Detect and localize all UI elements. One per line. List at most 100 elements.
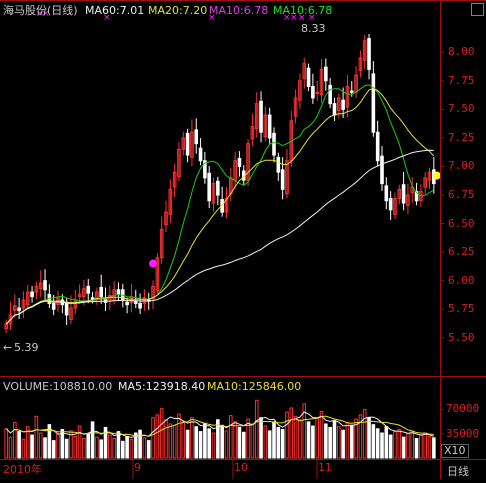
volume-bar [30, 434, 34, 459]
volume-bar [8, 436, 13, 459]
candle-body [64, 301, 69, 316]
volume-bar [73, 435, 78, 459]
volume-bar [272, 421, 276, 459]
candle-body [99, 286, 103, 298]
volume-bar [51, 440, 56, 459]
volume-tick-label: 35000 [446, 426, 480, 440]
volume-bar [155, 414, 160, 459]
volume-bar [220, 424, 224, 459]
price-tick-label: 7.25 [448, 130, 475, 144]
period-daily-button[interactable]: 日线 [447, 463, 469, 479]
volume-bar [393, 431, 397, 459]
top-border [0, 0, 486, 1]
chart-canvas: ×× × × × × × × [4, 9, 444, 479]
volume-bar [164, 419, 168, 459]
candle-body [138, 302, 142, 309]
volume-bar [233, 421, 237, 459]
volume-bar [151, 417, 155, 459]
price-volume-separator [0, 376, 486, 377]
volume-bar [159, 408, 164, 459]
volume-tick-label: 70000 [446, 402, 480, 416]
price-tick-label: 6.00 [448, 273, 475, 287]
volume-bar [38, 432, 43, 459]
candle-body [90, 297, 95, 300]
volume-bar [375, 428, 380, 459]
volume-bar [4, 428, 8, 459]
price-tick-label: 6.75 [448, 188, 475, 201]
price-tick-label: 7.75 [448, 73, 475, 87]
volume-ma5-label: MA5:123918.40 [118, 380, 206, 393]
price-tick-label: 7.00 [448, 159, 475, 173]
candle-body [194, 129, 199, 145]
volume-bar [337, 426, 341, 459]
volume-bar [168, 423, 173, 459]
candle-body [259, 100, 263, 133]
volume-bar [211, 432, 216, 459]
volume-bar [77, 425, 82, 459]
candle-body [380, 155, 384, 185]
volume-bar [121, 440, 125, 459]
volume-bar [371, 424, 376, 459]
candle-body [125, 301, 129, 306]
volume-bar [319, 410, 324, 459]
volume-bar [349, 424, 354, 459]
volume-bar [401, 436, 406, 459]
volume-bar [367, 417, 371, 459]
window-toggle-button[interactable] [471, 3, 484, 16]
volume-bar [216, 419, 220, 459]
candle-body [276, 156, 281, 173]
signal-dot-magenta [149, 259, 158, 268]
candle-body [272, 132, 276, 156]
price-tick-label: 5.50 [448, 330, 475, 344]
peak-price-annotation: 8.33 [301, 22, 326, 35]
low-arrow-icon: ← [3, 341, 13, 354]
candle-body [280, 169, 285, 190]
low-price-annotation: 5.39 [14, 341, 39, 354]
volume-bar [17, 431, 21, 459]
ma10-label-magenta: MA10:6.78 [209, 4, 269, 17]
price-axis-separator [440, 0, 441, 479]
volume-bar [432, 437, 436, 459]
candle-body [324, 66, 328, 82]
volume-bar [293, 415, 298, 459]
volume-bar [332, 420, 337, 459]
volume-bar [43, 437, 47, 459]
ma10-label-green: MA10:6.78 [273, 4, 333, 17]
x-axis-label: 11 [318, 461, 332, 474]
candle-body [133, 300, 138, 304]
price-tick-label: 6.50 [448, 216, 475, 230]
x-axis-label: 10 [234, 461, 248, 474]
candle-body [384, 185, 389, 202]
volume-bar [95, 436, 99, 459]
candle-body [198, 147, 203, 162]
volume-bar [138, 429, 142, 459]
volume-bar [423, 432, 427, 459]
candle-body [51, 302, 56, 310]
candle-body [216, 180, 220, 196]
candle-body [367, 38, 371, 70]
volume-bar [345, 422, 350, 459]
candle-body [207, 172, 211, 202]
scale-x10-button[interactable]: X10 [441, 444, 469, 458]
x-axis-label: 9 [134, 461, 141, 474]
candle-body [306, 67, 311, 88]
volume-bar [241, 431, 246, 459]
candle-body [341, 99, 345, 110]
price-tick-label: 7.50 [448, 102, 475, 116]
volume-bar [427, 435, 432, 459]
x-axis-label: 2010年 [3, 463, 42, 476]
volume-bar [298, 419, 302, 459]
volume-bar [263, 425, 268, 459]
volume-bar [177, 413, 181, 459]
volume-bar [276, 426, 281, 459]
volume-bar [172, 424, 177, 459]
volume-bar [129, 438, 134, 459]
volume-bar [203, 422, 207, 459]
stock-chart-window: × × × × × × × × 海马股份(日线) MA60:7.01 MA20:7.20 MA… [0, 0, 486, 479]
volume-bar [108, 434, 112, 459]
candle-body [267, 114, 272, 139]
candle-body [388, 197, 393, 211]
volume-bar [142, 437, 147, 459]
volume-bar [64, 438, 69, 459]
candle-body [86, 285, 91, 294]
